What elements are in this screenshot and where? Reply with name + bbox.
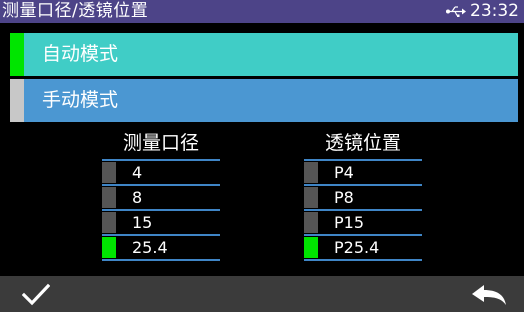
bottom-bar: [0, 276, 524, 312]
lens-position-divider: [304, 209, 422, 211]
lens-position-value: P15: [334, 213, 365, 232]
option-indicator: [102, 212, 116, 233]
option-indicator: [304, 162, 318, 183]
mode-manual-label: 手动模式: [42, 89, 119, 111]
option-selected-indicator: [304, 237, 318, 258]
aperture-option-8[interactable]: 8: [102, 187, 220, 208]
aperture-divider: [102, 259, 220, 261]
option-indicator: [304, 187, 318, 208]
lens-position-option-p8[interactable]: P8: [304, 187, 422, 208]
option-selected-indicator: [102, 237, 116, 258]
option-indicator: [304, 212, 318, 233]
mode-unselected-indicator: [10, 79, 24, 122]
aperture-option-4[interactable]: 4: [102, 162, 220, 183]
return-arrow-icon[interactable]: [470, 283, 508, 307]
aperture-option-15[interactable]: 15: [102, 212, 220, 233]
lens-position-value: P25.4: [334, 238, 380, 257]
lens-position-value: P8: [334, 188, 354, 207]
page-title: 测量口径/透镜位置: [2, 1, 149, 21]
lens-position-divider: [304, 159, 422, 161]
mode-selected-indicator: [10, 33, 24, 76]
aperture-value: 25.4: [132, 238, 168, 257]
aperture-divider: [102, 234, 220, 236]
mode-auto-button[interactable]: 自动模式: [10, 33, 518, 76]
option-indicator: [102, 162, 116, 183]
aperture-divider: [102, 209, 220, 211]
aperture-value: 8: [132, 188, 143, 207]
lens-position-header: 透镜位置: [324, 132, 401, 154]
aperture-value: 4: [132, 163, 143, 182]
mode-manual-button[interactable]: 手动模式: [10, 79, 518, 122]
clock: 23:32: [470, 1, 519, 21]
lens-position-value: P4: [334, 163, 354, 182]
lens-position-option-p25-4[interactable]: P25.4: [304, 237, 422, 258]
aperture-divider: [102, 184, 220, 186]
lens-position-divider: [304, 184, 422, 186]
lens-position-divider: [304, 259, 422, 261]
lens-position-divider: [304, 234, 422, 236]
lens-position-option-p4[interactable]: P4: [304, 162, 422, 183]
mode-auto-label: 自动模式: [42, 43, 119, 65]
lens-position-option-p15[interactable]: P15: [304, 212, 422, 233]
option-indicator: [102, 187, 116, 208]
aperture-header: 测量口径: [122, 132, 199, 154]
usb-icon: [446, 6, 466, 17]
aperture-option-25-4[interactable]: 25.4: [102, 237, 220, 258]
aperture-divider: [102, 159, 220, 161]
aperture-value: 15: [132, 213, 153, 232]
check-icon[interactable]: [22, 283, 50, 307]
